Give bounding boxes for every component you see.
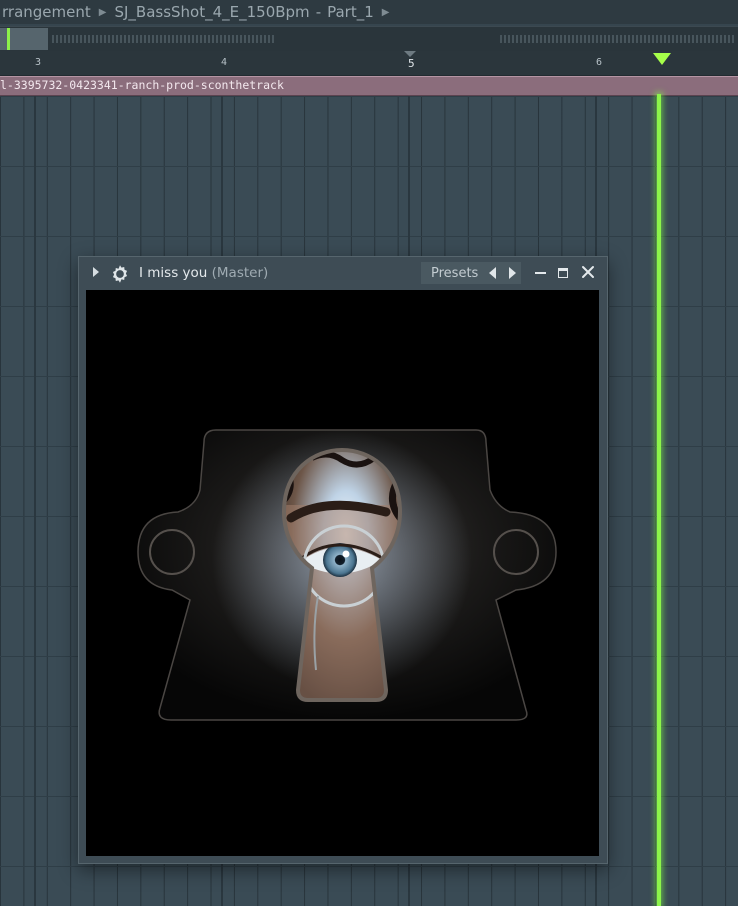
chevron-right-icon: ▶ xyxy=(98,6,107,18)
maximize-icon[interactable] xyxy=(558,268,568,278)
plugin-title: I miss you (Master) xyxy=(139,265,268,281)
breadcrumb: rrangement ▶ SJ_BassShot_4_E_150Bpm - Pa… xyxy=(0,0,738,24)
chevron-right-icon[interactable] xyxy=(93,267,99,277)
close-icon[interactable] xyxy=(581,265,595,279)
plugin-window-header[interactable]: I miss you (Master) Presets xyxy=(79,257,607,289)
bar-line xyxy=(34,96,36,906)
clip-label: l-3395732-0423341-ranch-prod-sconthetrac… xyxy=(0,78,284,92)
overview-waveform xyxy=(500,35,736,43)
playlist-overview[interactable] xyxy=(0,26,738,52)
plugin-window[interactable]: I miss you (Master) Presets xyxy=(78,256,608,864)
breadcrumb-dash: - xyxy=(315,3,322,21)
breadcrumb-pattern[interactable]: SJ_BassShot_4_E_150Bpm xyxy=(112,3,311,21)
ruler-tick: 3 xyxy=(35,57,42,68)
prev-arrow-icon[interactable] xyxy=(489,267,496,279)
overview-playhead-marker xyxy=(7,28,10,50)
minimize-icon[interactable] xyxy=(535,272,546,274)
keyhole-eye-image xyxy=(137,429,557,721)
breadcrumb-arrangement[interactable]: rrangement xyxy=(0,3,93,21)
chevron-right-icon: ▶ xyxy=(381,6,390,18)
presets-label: Presets xyxy=(431,265,479,281)
playhead-handle-icon[interactable] xyxy=(653,53,671,65)
ruler-tick: 6 xyxy=(596,57,603,68)
plugin-artwork xyxy=(86,290,599,856)
playlist-clip[interactable]: l-3395732-0423341-ranch-prod-sconthetrac… xyxy=(0,76,738,96)
timeline-ruler[interactable]: 3 4 5 6 xyxy=(0,51,738,76)
overview-waveform xyxy=(52,35,274,43)
ruler-tick: 4 xyxy=(221,57,228,68)
plugin-title-channel: (Master) xyxy=(211,265,269,281)
ruler-tick: 5 xyxy=(408,57,415,70)
gear-icon[interactable] xyxy=(109,263,131,285)
breadcrumb-part[interactable]: Part_1 xyxy=(325,3,376,21)
presets-button[interactable]: Presets xyxy=(421,262,521,284)
plugin-title-name: I miss you xyxy=(139,265,208,281)
next-arrow-icon[interactable] xyxy=(509,267,516,279)
playhead-line xyxy=(657,94,661,906)
loop-marker-icon[interactable] xyxy=(404,51,416,57)
